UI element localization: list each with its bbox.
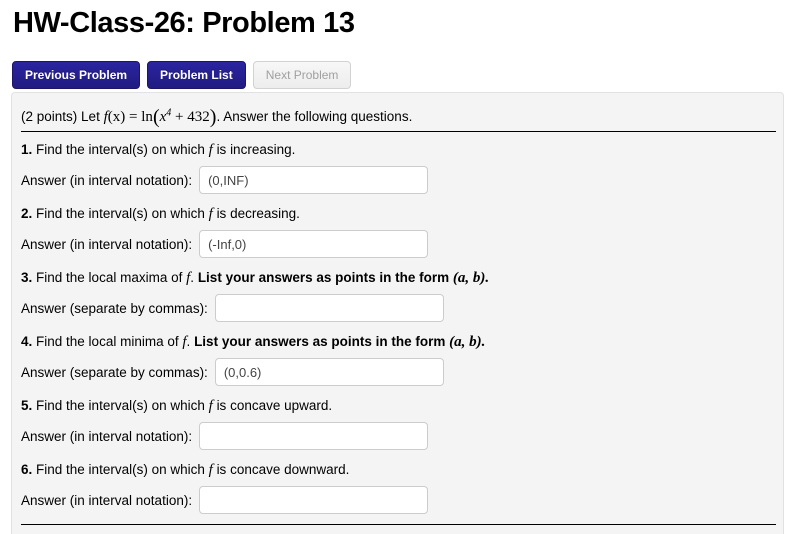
question-6: 6. Find the interval(s) on which f is co… <box>21 461 781 514</box>
question-5-number: 5. <box>21 398 33 413</box>
problem-let-text: Let <box>81 109 100 124</box>
question-5: 5. Find the interval(s) on which f is co… <box>21 397 781 450</box>
question-3-text-before: Find the local maxima of <box>36 270 183 285</box>
open-paren: ( <box>152 106 160 128</box>
question-4-prompt: 4. Find the local minima of f. List your… <box>21 333 781 351</box>
question-1-text-before: Find the interval(s) on which <box>36 142 205 157</box>
ln-operator: ln <box>141 109 153 125</box>
question-5-function-symbol: f <box>208 398 213 414</box>
question-2-function-symbol: f <box>208 206 213 222</box>
question-4-bold-math: (a, b). <box>449 334 486 350</box>
question-4-text-after: . <box>186 334 191 349</box>
question-2-text-after: is decreasing. <box>216 206 300 221</box>
question-3-number: 3. <box>21 270 33 285</box>
question-4-number: 4. <box>21 334 33 349</box>
question-2-answer-input[interactable] <box>199 230 429 258</box>
problem-points: (2 points) <box>21 109 78 124</box>
page-title: HW-Class-26: Problem 13 <box>13 7 355 39</box>
problem-nav-bar: Previous Problem Problem List Next Probl… <box>12 61 352 89</box>
question-1-text-after: is increasing. <box>216 142 296 157</box>
question-1-prompt: 1. Find the interval(s) on which f is in… <box>21 141 781 159</box>
question-3-answer-input[interactable] <box>214 294 444 322</box>
question-6-answer-input[interactable] <box>199 486 429 514</box>
question-4-bold-tail: List your answers as points in the form <box>194 334 446 349</box>
divider-top <box>21 131 776 132</box>
question-5-prompt: 5. Find the interval(s) on which f is co… <box>21 397 781 415</box>
close-paren: ) <box>209 106 217 128</box>
question-4-answer-input[interactable] <box>214 358 444 386</box>
question-3-prompt: 3. Find the local maxima of f. List your… <box>21 269 781 287</box>
problem-trailing-text: . Answer the following questions. <box>216 109 413 124</box>
question-2-prompt: 2. Find the interval(s) on which f is de… <box>21 205 781 223</box>
question-3-bold-math: (a, b). <box>452 270 490 286</box>
question-6-function-symbol: f <box>208 462 213 478</box>
exponent-4: 4 <box>166 107 172 119</box>
previous-problem-button[interactable]: Previous Problem <box>12 61 141 89</box>
question-6-text-after: is concave downward. <box>216 462 350 477</box>
question-2: 2. Find the interval(s) on which f is de… <box>21 205 781 258</box>
question-1-answer-label: Answer (in interval notation): <box>21 172 193 188</box>
question-5-text-before: Find the interval(s) on which <box>36 398 205 413</box>
problem-list-button[interactable]: Problem List <box>147 61 246 89</box>
question-4: 4. Find the local minima of f. List your… <box>21 333 781 386</box>
question-3-bold-tail: List your answers as points in the form <box>197 270 450 285</box>
question-2-answer-label: Answer (in interval notation): <box>21 236 193 252</box>
problem-panel: (2 points) Let f(x) = ln(x4 + 432). Answ… <box>11 92 784 534</box>
question-1-answer-input[interactable] <box>199 166 429 194</box>
next-problem-button: Next Problem <box>252 61 352 89</box>
question-1: 1. Find the interval(s) on which f is in… <box>21 141 781 194</box>
question-2-answer-row: Answer (in interval notation): <box>21 230 781 258</box>
question-5-answer-input[interactable] <box>199 422 429 450</box>
question-6-prompt: 6. Find the interval(s) on which f is co… <box>21 461 781 479</box>
constant-432: 432 <box>187 109 210 125</box>
question-4-text-before: Find the local minima of <box>36 334 179 349</box>
equals-sign: = <box>129 109 138 125</box>
question-2-number: 2. <box>21 206 33 221</box>
question-1-answer-row: Answer (in interval notation): <box>21 166 781 194</box>
question-2-text-before: Find the interval(s) on which <box>36 206 205 221</box>
plus-sign: + <box>175 109 184 125</box>
function-arg: (x) <box>107 109 126 125</box>
question-6-answer-label: Answer (in interval notation): <box>21 492 193 508</box>
question-4-answer-label: Answer (separate by commas): <box>21 364 208 380</box>
question-5-answer-label: Answer (in interval notation): <box>21 428 193 444</box>
question-1-number: 1. <box>21 142 33 157</box>
question-3-answer-label: Answer (separate by commas): <box>21 300 208 316</box>
question-4-answer-row: Answer (separate by commas): <box>21 358 781 386</box>
question-6-number: 6. <box>21 462 33 477</box>
question-5-answer-row: Answer (in interval notation): <box>21 422 781 450</box>
question-3-text-after: . <box>190 270 195 285</box>
problem-statement: (2 points) Let f(x) = ln(x4 + 432). Answ… <box>21 106 413 128</box>
question-6-answer-row: Answer (in interval notation): <box>21 486 781 514</box>
question-6-text-before: Find the interval(s) on which <box>36 462 205 477</box>
question-1-function-symbol: f <box>208 142 213 158</box>
question-5-text-after: is concave upward. <box>216 398 333 413</box>
question-3-answer-row: Answer (separate by commas): <box>21 294 781 322</box>
question-3: 3. Find the local maxima of f. List your… <box>21 269 781 322</box>
divider-bottom <box>21 524 776 525</box>
